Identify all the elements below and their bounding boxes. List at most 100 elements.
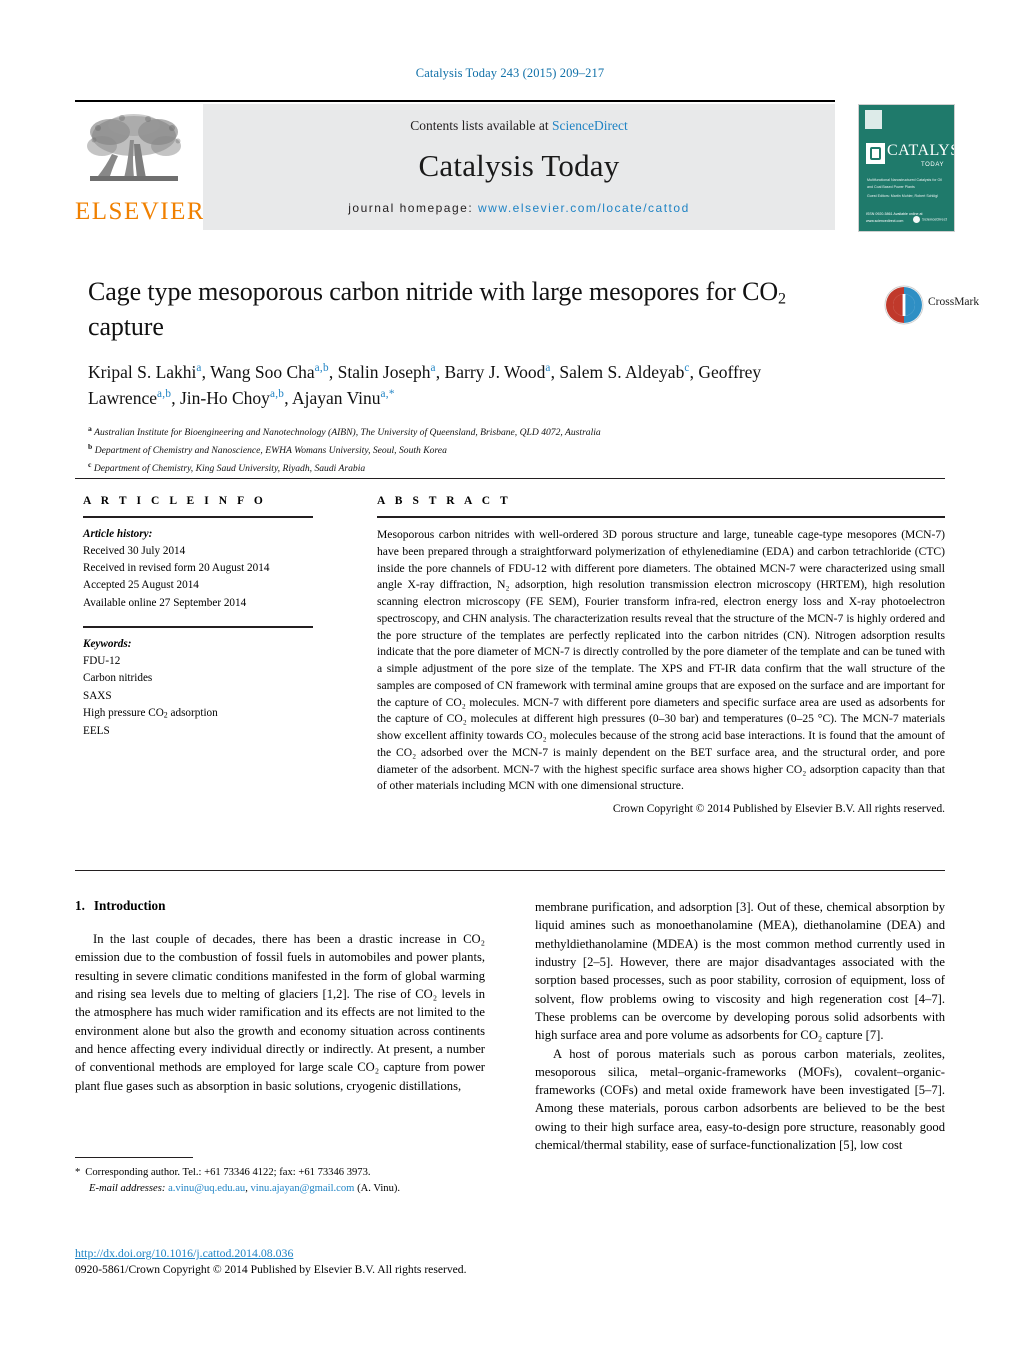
affiliation-text: Australian Institute for Bioengineering … — [94, 427, 601, 439]
article-info-rule — [83, 516, 313, 518]
crossmark-icon — [884, 285, 924, 325]
homepage-url[interactable]: www.elsevier.com/locate/cattod — [478, 201, 690, 215]
affiliation-mark: c — [88, 459, 92, 469]
journal-cover-thumbnail[interactable]: CATALYSIS TODAY Multifunctional Nanostru… — [858, 104, 955, 232]
masthead-top-rule — [75, 100, 835, 102]
affiliation-mark: b — [88, 441, 93, 451]
cover-elsevier-icon — [865, 110, 882, 129]
author-sep: , — [328, 362, 338, 383]
affiliation-list: a Australian Institute for Bioengineerin… — [88, 423, 878, 476]
keyword-item: Carbon nitrides — [83, 672, 153, 685]
abstract-copyright: Crown Copyright © 2014 Published by Else… — [612, 803, 945, 815]
author-name[interactable]: Wang Soo Cha — [210, 362, 315, 382]
history-item: Available online 27 September 2014 — [83, 596, 247, 609]
author-affil-mark: a,b — [269, 388, 285, 401]
corresponding-author-note: * Corresponding author. Tel.: +61 73346 4… — [75, 1165, 485, 1181]
cover-square-motif — [866, 143, 885, 164]
email-link-2[interactable]: vinu.ajayan@gmail.com — [251, 1183, 355, 1194]
keyword-item-co2: High pressure CO2 adsorption — [83, 705, 313, 722]
author-name[interactable]: Stalin Joseph — [338, 362, 431, 382]
keyword-item: EELS — [83, 724, 110, 737]
paragraph: membrane purification, and adsorption [3… — [535, 900, 945, 1043]
author-name[interactable]: Barry J. Wood — [445, 362, 546, 382]
cover-footer: ISSN 0920-5861 Available online at www.s… — [866, 212, 923, 223]
email-note: E-mail addresses: a.vinu@uq.edu.au, vinu… — [75, 1181, 485, 1197]
cover-title: CATALYSIS — [887, 142, 954, 159]
info-section-bottom-rule — [75, 870, 945, 871]
keyword-co2-head: High pressure CO — [83, 707, 164, 720]
affiliation-item: b Department of Chemistry and Nanoscienc… — [88, 441, 878, 459]
keywords-label: Keywords: — [83, 637, 132, 650]
email-owner: (A. Vinu). — [357, 1182, 401, 1194]
crossmark-label: CrossMark — [928, 296, 980, 308]
page-title: Cage type mesoporous carbon nitride with… — [88, 275, 788, 344]
affiliation-mark: a — [88, 424, 92, 434]
homepage-label: journal homepage: — [348, 201, 474, 215]
history-item: Received in revised form 20 August 2014 — [83, 562, 270, 575]
paper-title-subscript: 2 — [778, 290, 786, 308]
affiliation-item: c Department of Chemistry, King Saud Uni… — [88, 459, 878, 477]
abstract-rule — [377, 516, 945, 518]
article-history: Article history: Received 30 July 2014 R… — [83, 526, 313, 612]
contents-available-line: Contents lists available at ScienceDirec… — [203, 118, 835, 134]
keyword-item: FDU-12 — [83, 655, 121, 668]
author-sep: , — [284, 388, 292, 409]
paper-title-line1: Cage type mesoporous carbon nitride with… — [88, 277, 779, 306]
corresponding-author-text: Corresponding author. Tel.: +61 73346 41… — [85, 1167, 371, 1178]
doi-block: http://dx.doi.org/10.1016/j.cattod.2014.… — [75, 1246, 545, 1276]
body-column-right: membrane purification, and adsorption [3… — [535, 898, 945, 1154]
contents-prefix: Contents lists available at — [410, 118, 552, 133]
keywords-rule — [83, 625, 313, 628]
paragraph: A host of porous materials such as porou… — [535, 1046, 945, 1153]
history-item: Received 30 July 2014 — [83, 545, 186, 558]
article-info-panel: A R T I C L E I N F O Article history: R… — [83, 495, 313, 740]
paragraph: In the last couple of decades, there has… — [75, 932, 485, 1093]
footnote-rule — [75, 1157, 193, 1158]
info-section-top-rule — [75, 478, 945, 479]
author-name[interactable]: Ajayan Vinu — [292, 388, 381, 408]
cover-subtitle: TODAY — [921, 162, 945, 168]
author-name[interactable]: Kripal S. Lakhi — [88, 362, 196, 382]
running-head: Catalysis Today 243 (2015) 209–217 — [415, 66, 605, 80]
issn-copyright-line: 0920-5861/Crown Copyright © 2014 Publish… — [75, 1263, 467, 1276]
section-heading-introduction: 1. Introduction — [75, 898, 485, 914]
affiliation-text: Department of Chemistry and Nanoscience,… — [94, 444, 447, 456]
title-block: Cage type mesoporous carbon nitride with… — [88, 275, 878, 476]
author-affil-mark: a,b — [156, 388, 172, 401]
abstract-heading: A B S T R A C T — [377, 495, 512, 507]
contents-banner: Contents lists available at ScienceDirec… — [203, 104, 835, 230]
keyword-item: SAXS — [83, 689, 112, 702]
keyword-co2-tail: adsorption — [167, 707, 218, 720]
affiliation-item: a Australian Institute for Bioengineerin… — [88, 423, 878, 441]
history-item: Accepted 25 August 2014 — [83, 579, 199, 592]
elsevier-logo: ELSEVIER — [75, 108, 204, 232]
affiliation-text: Department of Chemistry, King Saud Unive… — [93, 462, 366, 474]
author-affil-mark: a,* — [380, 388, 395, 401]
section-title: Introduction — [93, 898, 166, 913]
sciencedirect-link[interactable]: ScienceDirect — [552, 118, 628, 133]
article-history-label: Article history: — [83, 528, 153, 540]
asterisk-icon: * — [75, 1167, 81, 1178]
section-number: 1. — [75, 898, 85, 913]
doi-link[interactable]: http://dx.doi.org/10.1016/j.cattod.2014.… — [75, 1246, 545, 1261]
journal-masthead: ELSEVIER Contents lists available at Sci… — [75, 100, 955, 234]
body-column-left: 1. Introduction In the last couple of dec… — [75, 898, 485, 1095]
cover-blurb: Multifunctional Nanostructured Catalysts… — [867, 178, 942, 189]
cover-editors: Guest Editors: Martin Muhler, Robert Sch… — [867, 194, 939, 198]
author-list: Kripal S. Lakhia, Wang Soo Chaa,b, Stali… — [88, 360, 818, 412]
journal-title: Catalysis Today — [418, 148, 620, 183]
author-sep: , — [689, 362, 694, 383]
author-affil-mark: a,b — [314, 362, 329, 375]
email-link-1[interactable]: a.vinu@uq.edu.au — [168, 1183, 245, 1194]
author-name[interactable]: Jin-Ho Choy — [180, 388, 270, 408]
author-sep: , — [171, 388, 180, 409]
author-sep: , — [201, 362, 211, 383]
crossmark-badge[interactable]: CrossMark — [884, 283, 979, 337]
journal-article-first-page: Catalysis Today 243 (2015) 209–217 ELSEV… — [0, 0, 1020, 1351]
journal-homepage-line: journal homepage: www.elsevier.com/locat… — [203, 201, 835, 215]
abstract-panel: A B S T R A C T Mesoporous carbon nitrid… — [377, 495, 945, 815]
paper-title-line2: capture — [88, 312, 164, 342]
footnote-block: * Corresponding author. Tel.: +61 73346 4… — [75, 1157, 485, 1196]
keyword-list: Keywords: FDU-12 Carbon nitrides SAXS Hi… — [83, 636, 313, 740]
author-name[interactable]: Salem S. Aldeyab — [559, 362, 684, 382]
